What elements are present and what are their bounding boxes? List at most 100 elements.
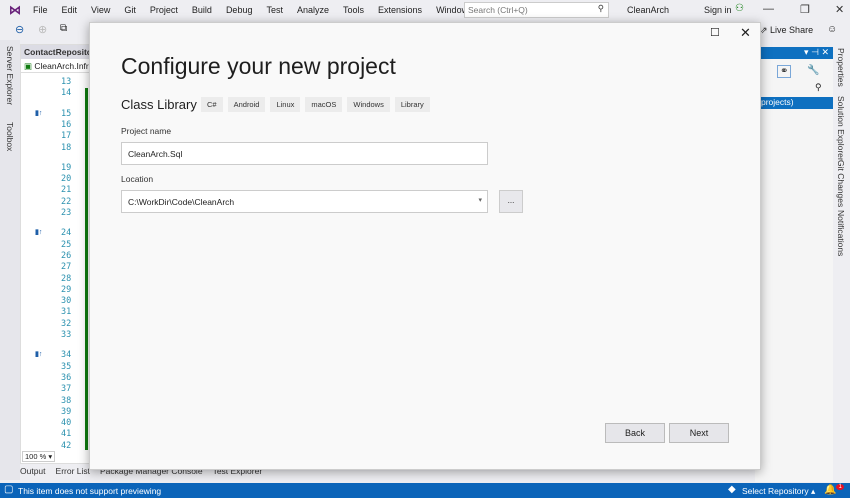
menu-items: File Edit View Git Project Build Debug Test Anal… [26, 5, 508, 15]
line-number: 37 [61, 384, 72, 395]
left-tool-strip: Server Explorer Toolbox [0, 40, 20, 480]
codelens-reference-icon[interactable]: ▮↑ [35, 228, 42, 236]
line-number: 16 [61, 119, 72, 130]
minimize-button[interactable]: — [763, 3, 774, 15]
menu-edit[interactable]: Edit [55, 5, 85, 15]
pin-icon[interactable]: ⊣ [811, 47, 819, 57]
line-number: 36 [61, 372, 72, 383]
panel-header: ▾ ⊣ ✕ [755, 47, 833, 59]
menu-build[interactable]: Build [185, 5, 219, 15]
tag: C# [201, 97, 223, 112]
select-repository-label: Select Repository [742, 486, 809, 496]
back-nav-icon[interactable]: ⊖ [15, 23, 24, 36]
live-share-label: Live Share [770, 25, 814, 35]
menu-tools[interactable]: Tools [336, 5, 371, 15]
tab-solution-explorer[interactable]: Solution Explorer [836, 96, 846, 161]
breadcrumb-label: CleanArch.Infra [34, 61, 91, 71]
line-number: 20 [61, 174, 72, 185]
solution-icon[interactable]: ⧉ [60, 23, 67, 34]
restore-button[interactable]: ❐ [800, 3, 810, 16]
configure-project-dialog: ☐ ✕ Configure your new project Class Lib… [89, 22, 761, 470]
line-number: 39 [61, 406, 72, 417]
panel-menu-icon[interactable]: ▾ [804, 47, 809, 57]
status-bar: ▢ This item does not support previewing … [0, 483, 850, 498]
tab-toolbox[interactable]: Toolbox [5, 122, 15, 151]
codelens-reference-icon[interactable]: ▮↑ [35, 109, 42, 117]
tag: Library [394, 97, 430, 112]
tab-error-list[interactable]: Error List [56, 466, 90, 476]
account-icon[interactable]: ⚇ [735, 3, 744, 14]
project-name-input[interactable]: CleanArch.Sql [121, 142, 488, 165]
close-window-button[interactable]: ✕ [835, 3, 844, 16]
line-number: 32 [61, 318, 72, 329]
tab-git-changes[interactable]: Git Changes [836, 160, 846, 207]
notification-bell-icon[interactable]: 🔔 1 [824, 484, 844, 495]
template-name: Class Library [121, 97, 197, 112]
zoom-dropdown[interactable]: 100 % ▾ [22, 451, 56, 462]
breadcrumb[interactable]: ▣ CleanArch.Infra [21, 59, 91, 73]
codelens-reference-icon[interactable]: ▮↑ [35, 350, 42, 358]
git-icon: ◆ [728, 484, 736, 495]
zoom-value: 100 % [25, 452, 47, 461]
sign-in-link[interactable]: Sign in [704, 5, 732, 15]
line-number: 18 [61, 142, 72, 153]
next-button[interactable]: Next [669, 423, 729, 443]
tab-output[interactable]: Output [20, 466, 46, 476]
location-label: Location [121, 174, 154, 184]
notification-count: 1 [836, 484, 844, 490]
change-indicator [85, 88, 88, 450]
line-number: 26 [61, 250, 72, 261]
menu-view[interactable]: View [84, 5, 117, 15]
status-message: This item does not support previewing [18, 486, 162, 496]
select-repository-button[interactable]: Select Repository ▴ [742, 486, 815, 497]
code-editor[interactable]: ContactRepository ▣ CleanArch.Infra 1314… [20, 44, 92, 464]
live-share-button[interactable]: ⇗ Live Share [760, 25, 813, 36]
browse-button[interactable]: ... [499, 190, 523, 213]
line-number: 38 [61, 395, 72, 406]
tag: macOS [305, 97, 343, 112]
line-number: 24 [61, 228, 72, 239]
close-dialog-button[interactable]: ✕ [740, 25, 751, 41]
line-number: 27 [61, 262, 72, 273]
menu-git[interactable]: Git [117, 5, 143, 15]
maximize-dialog-button[interactable]: ☐ [710, 26, 720, 39]
line-number: 33 [61, 330, 72, 340]
sync-icon[interactable]: ⚭ [777, 65, 792, 78]
solution-tree-item[interactable]: projects) [755, 97, 833, 109]
tab-server-explorer[interactable]: Server Explorer [5, 46, 15, 105]
search-icon: ⚲ [597, 3, 604, 13]
back-button[interactable]: Back [605, 423, 665, 443]
template-tags: C# Android Linux macOS Windows Library [201, 97, 430, 112]
properties-wrench-icon[interactable]: 🔧 [807, 65, 819, 76]
line-number: 41 [61, 429, 72, 440]
panel-search-icon[interactable]: ⚲ [815, 82, 822, 93]
line-number: 34 [61, 350, 72, 361]
search-placeholder: Search (Ctrl+Q) [468, 5, 528, 15]
feedback-icon[interactable]: ☺ [827, 24, 837, 35]
tab-notifications[interactable]: Notifications [836, 210, 846, 256]
close-panel-icon[interactable]: ✕ [821, 47, 829, 57]
search-input[interactable]: Search (Ctrl+Q) ⚲ [464, 2, 609, 18]
menu-analyze[interactable]: Analyze [290, 5, 336, 15]
live-share-icon: ⇗ [760, 25, 771, 35]
line-number: 14 [61, 88, 72, 99]
csharp-project-icon: ▣ [24, 61, 33, 71]
line-number: 21 [61, 185, 72, 196]
line-number: 22 [61, 196, 72, 207]
line-number: 29 [61, 284, 72, 295]
editor-tab[interactable]: ContactRepository [21, 45, 91, 59]
menu-test[interactable]: Test [259, 5, 290, 15]
forward-nav-icon[interactable]: ⊕ [38, 23, 47, 36]
chevron-down-icon[interactable]: ▾ [478, 196, 482, 204]
line-number: 23 [61, 208, 72, 218]
menu-project[interactable]: Project [143, 5, 185, 15]
tag: Android [227, 97, 266, 112]
line-number: 35 [61, 361, 72, 372]
menu-file[interactable]: File [26, 5, 55, 15]
menu-extensions[interactable]: Extensions [371, 5, 429, 15]
menu-debug[interactable]: Debug [219, 5, 260, 15]
line-number: 40 [61, 418, 72, 429]
location-combobox[interactable]: C:\WorkDir\Code\CleanArch ▾ [121, 190, 488, 213]
tab-properties[interactable]: Properties [836, 48, 846, 87]
line-number: 17 [61, 131, 72, 142]
